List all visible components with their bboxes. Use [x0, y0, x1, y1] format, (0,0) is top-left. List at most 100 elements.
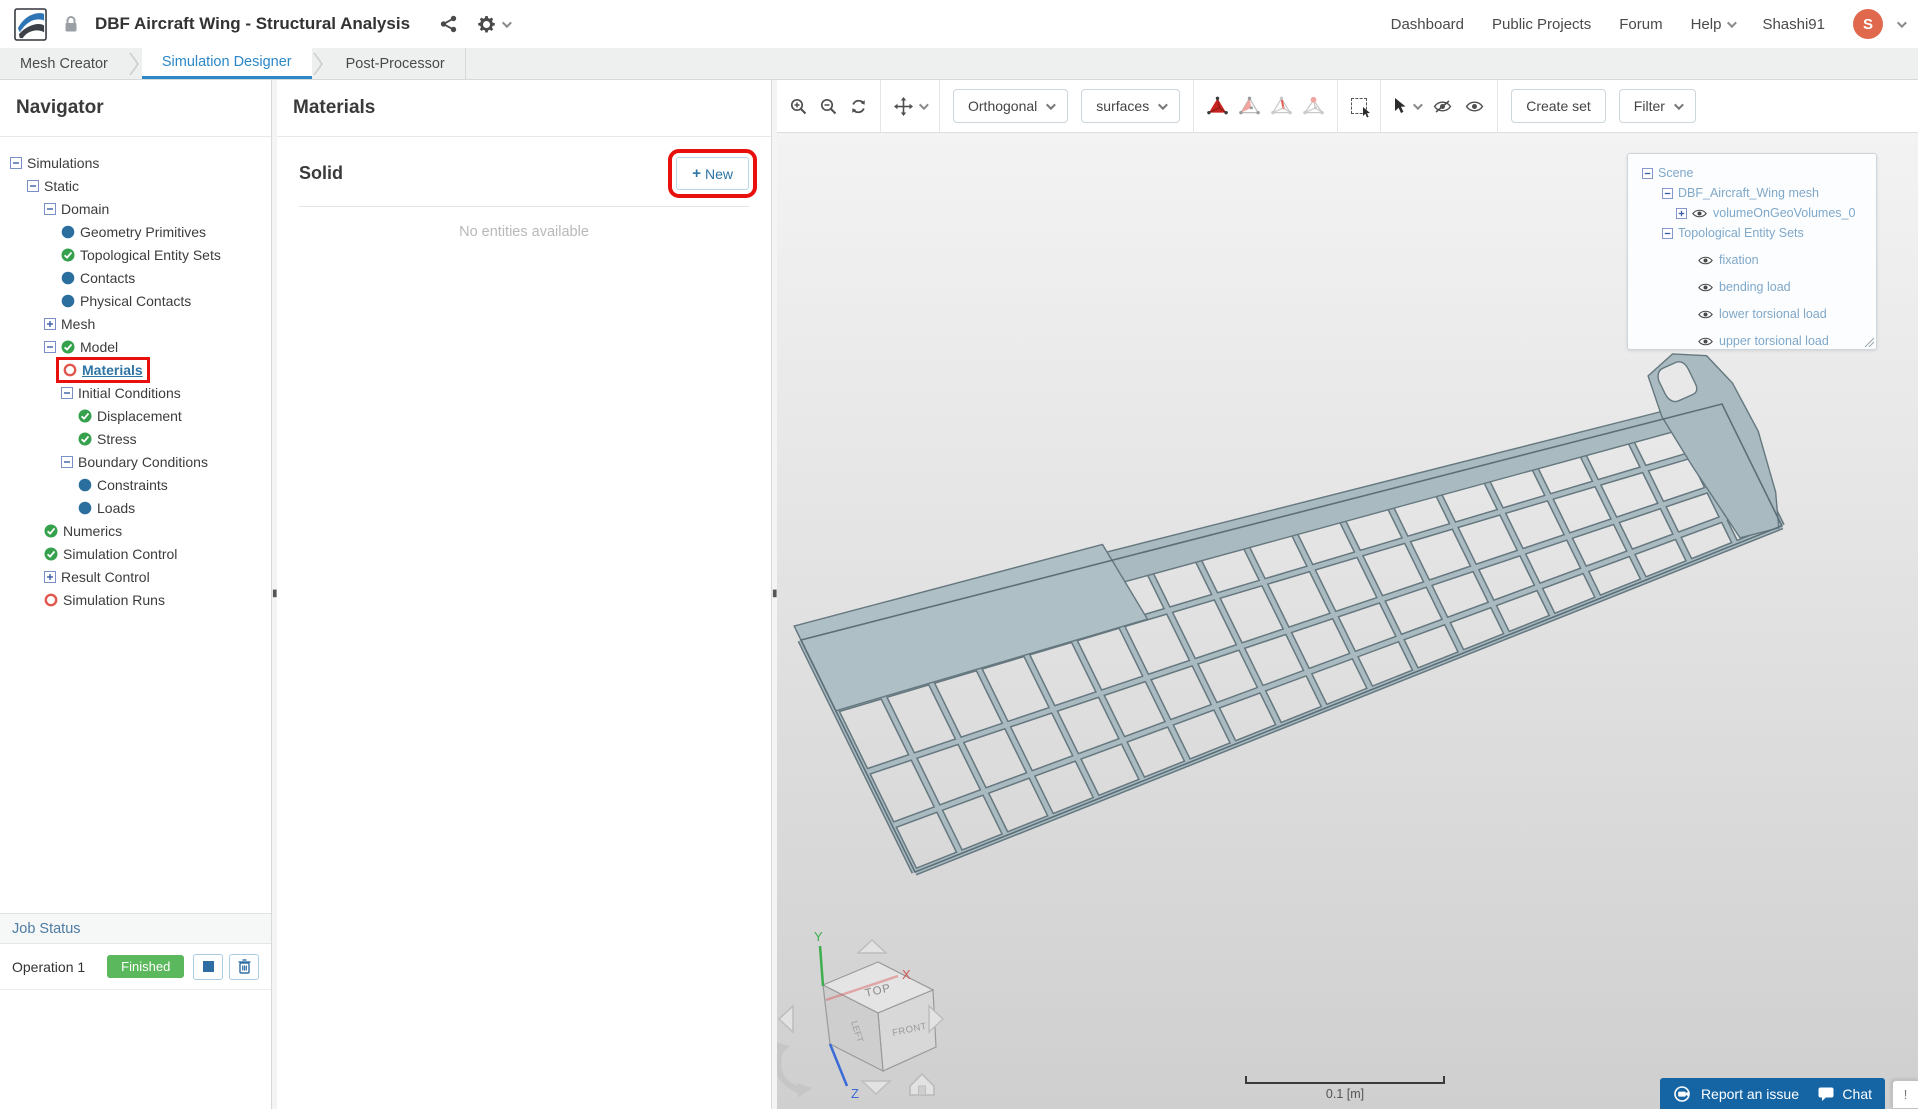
rotate-right-arrow[interactable]: [928, 1004, 945, 1034]
refresh-view-icon[interactable]: [850, 98, 867, 115]
tree-item-label[interactable]: Simulation Control: [63, 546, 177, 562]
select-edge-icon[interactable]: [1271, 96, 1293, 116]
home-view-icon[interactable]: [909, 1072, 935, 1096]
tree-item-label[interactable]: Domain: [61, 201, 109, 217]
visibility-eye-icon[interactable]: [1698, 255, 1713, 266]
navigation-cube[interactable]: TOP FRONT LEFT X Y Z: [777, 930, 1000, 1109]
tree-item-label[interactable]: Constraints: [97, 477, 168, 493]
create-set-button[interactable]: Create set: [1511, 89, 1606, 123]
help-menu[interactable]: Help: [1691, 16, 1738, 33]
render-mode-dropdown[interactable]: surfaces: [1081, 89, 1181, 123]
expander-plus-icon[interactable]: [1676, 207, 1687, 219]
scene-item-label[interactable]: Topological Entity Sets: [1678, 226, 1804, 240]
filter-dropdown[interactable]: Filter: [1618, 89, 1696, 123]
show-selection-icon[interactable]: [1465, 100, 1484, 113]
select-volume-icon[interactable]: [1207, 96, 1229, 116]
tree-item-materials[interactable]: Materials: [6, 356, 267, 383]
tree-item-label[interactable]: Topological Entity Sets: [80, 247, 221, 263]
avatar[interactable]: S: [1853, 9, 1883, 39]
tree-item-geometry-primitives[interactable]: Geometry Primitives: [6, 220, 267, 243]
visibility-eye-icon[interactable]: [1692, 208, 1707, 219]
rotate-left-arrow[interactable]: [777, 1004, 794, 1034]
pan-move-icon[interactable]: [894, 96, 929, 116]
expander-plus-icon[interactable]: [44, 317, 56, 330]
account-caret-icon[interactable]: [1896, 17, 1907, 28]
settings-gear-icon[interactable]: [477, 15, 512, 34]
select-node-icon[interactable]: [1303, 96, 1325, 116]
tab-post-processor[interactable]: Post-Processor: [326, 48, 465, 79]
tree-item-result-control[interactable]: Result Control: [6, 565, 267, 588]
expander-plus-icon[interactable]: [44, 570, 56, 583]
tab-mesh-creator[interactable]: Mesh Creator: [0, 48, 128, 79]
tree-item-label[interactable]: Displacement: [97, 408, 182, 424]
scene-item-volumeongeovolumes-0[interactable]: volumeOnGeoVolumes_0: [1636, 203, 1868, 223]
projection-dropdown[interactable]: Orthogonal: [953, 89, 1069, 123]
pointer-select-icon[interactable]: [1394, 98, 1424, 114]
visibility-eye-icon[interactable]: [1698, 282, 1713, 293]
tree-item-label[interactable]: Numerics: [63, 523, 122, 539]
scene-item-topological-entity-sets[interactable]: Topological Entity Sets: [1636, 223, 1868, 243]
simscale-logo-icon[interactable]: [14, 7, 47, 41]
scene-item-label[interactable]: volumeOnGeoVolumes_0: [1713, 206, 1855, 220]
nav-link-public-projects[interactable]: Public Projects: [1492, 16, 1591, 33]
scene-item-dbf-aircraft-wing-mesh[interactable]: DBF_Aircraft_Wing mesh: [1636, 183, 1868, 203]
tree-item-numerics[interactable]: Numerics: [6, 519, 267, 542]
tree-item-label[interactable]: Static: [44, 178, 79, 194]
tree-item-domain[interactable]: Domain: [6, 197, 267, 220]
expander-minus-icon[interactable]: [44, 340, 56, 353]
tree-item-label[interactable]: Simulations: [27, 155, 99, 171]
nav-link-dashboard[interactable]: Dashboard: [1391, 16, 1464, 33]
expander-minus-icon[interactable]: [61, 455, 73, 468]
chat-button[interactable]: Chat: [1805, 1078, 1885, 1109]
tree-item-loads[interactable]: Loads: [6, 496, 267, 519]
scene-item-label[interactable]: bending load: [1719, 280, 1791, 294]
scene-item-label[interactable]: fixation: [1719, 253, 1759, 267]
expander-minus-icon[interactable]: [1662, 187, 1673, 199]
tree-item-simulation-runs[interactable]: Simulation Runs: [6, 588, 267, 611]
expander-minus-icon[interactable]: [10, 156, 22, 169]
expander-minus-icon[interactable]: [27, 179, 39, 192]
tree-item-label[interactable]: Mesh: [61, 316, 95, 332]
tree-item-contacts[interactable]: Contacts: [6, 266, 267, 289]
zoom-in-icon[interactable]: [790, 98, 807, 115]
tree-item-label[interactable]: Initial Conditions: [78, 385, 181, 401]
notification-tab[interactable]: !: [1892, 1080, 1918, 1109]
expander-minus-icon[interactable]: [44, 202, 56, 215]
expander-minus-icon[interactable]: [61, 386, 73, 399]
zoom-out-icon[interactable]: [820, 98, 837, 115]
visibility-eye-icon[interactable]: [1698, 336, 1713, 347]
tree-item-constraints[interactable]: Constraints: [6, 473, 267, 496]
tree-item-label[interactable]: Physical Contacts: [80, 293, 191, 309]
tree-item-initial-conditions[interactable]: Initial Conditions: [6, 381, 267, 404]
scene-item-bending-load[interactable]: bending load: [1636, 277, 1868, 297]
3d-viewport-canvas[interactable]: Scene DBF_Aircraft_Wing mesh volumeOnGeoVo…: [777, 133, 1918, 1109]
rotate-up-arrow[interactable]: [856, 938, 888, 954]
username-label[interactable]: Shashi91: [1762, 16, 1825, 33]
tree-item-stress[interactable]: Stress: [6, 427, 267, 450]
scene-item-lower-torsional-load[interactable]: lower torsional load: [1636, 304, 1868, 324]
tree-item-simulation-control[interactable]: Simulation Control: [6, 542, 267, 565]
tree-item-label[interactable]: Geometry Primitives: [80, 224, 206, 240]
visibility-eye-icon[interactable]: [1698, 309, 1713, 320]
tree-item-physical-contacts[interactable]: Physical Contacts: [6, 289, 267, 312]
expander-minus-icon[interactable]: [1662, 227, 1673, 239]
tree-item-label[interactable]: Loads: [97, 500, 135, 516]
box-select-icon[interactable]: [1351, 98, 1371, 118]
tree-item-label[interactable]: Boundary Conditions: [78, 454, 208, 470]
tree-item-displacement[interactable]: Displacement: [6, 404, 267, 427]
expander-minus-icon[interactable]: [1642, 167, 1653, 179]
tree-item-simulations[interactable]: Simulations: [6, 151, 267, 174]
tree-item-label[interactable]: Simulation Runs: [63, 592, 165, 608]
stop-job-button[interactable]: [193, 953, 223, 980]
tree-item-label[interactable]: Contacts: [80, 270, 135, 286]
scene-item-label[interactable]: DBF_Aircraft_Wing mesh: [1678, 186, 1819, 200]
tree-item-label[interactable]: Result Control: [61, 569, 150, 585]
tab-simulation-designer[interactable]: Simulation Designer: [141, 48, 312, 79]
tree-item-topological-entity-sets[interactable]: Topological Entity Sets: [6, 243, 267, 266]
tree-item-static[interactable]: Static: [6, 174, 267, 197]
nav-link-forum[interactable]: Forum: [1619, 16, 1662, 33]
new-material-button[interactable]: + New: [668, 149, 757, 198]
scene-item-upper-torsional-load[interactable]: upper torsional load: [1636, 331, 1868, 351]
tree-item-label[interactable]: Stress: [97, 431, 137, 447]
scene-item-label[interactable]: lower torsional load: [1719, 307, 1827, 321]
